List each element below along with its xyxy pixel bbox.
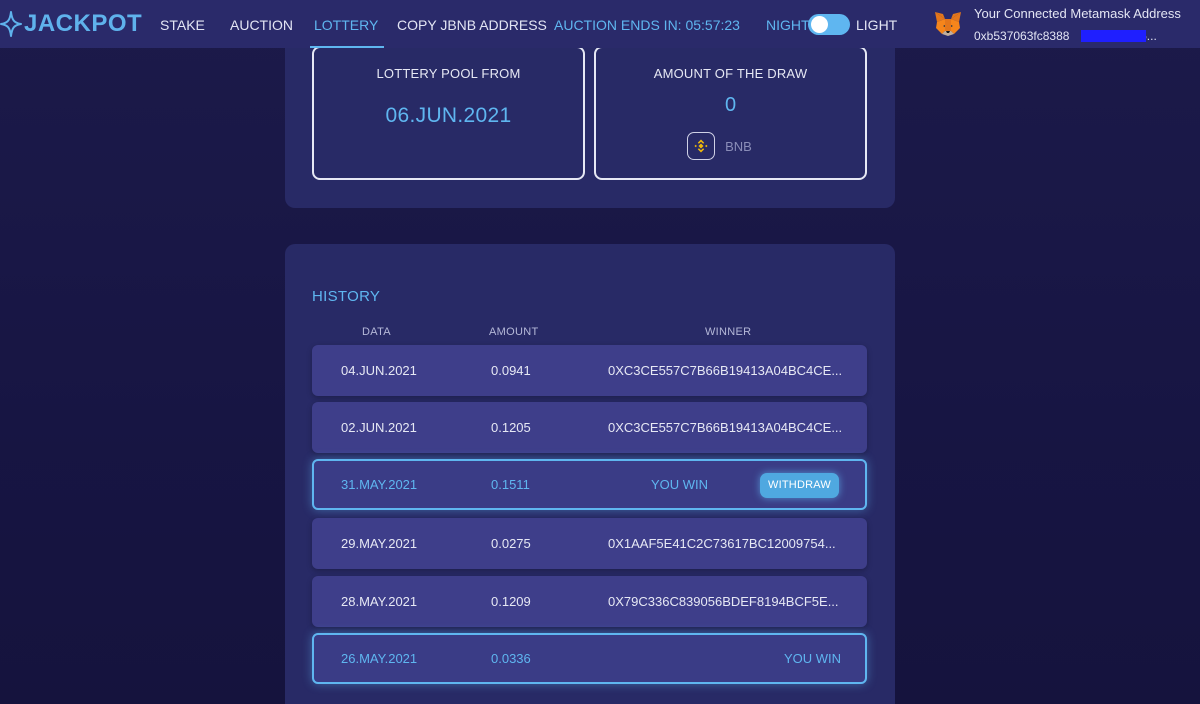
- currency-label: BNB: [725, 138, 752, 154]
- column-header-amount: AMOUNT: [489, 326, 539, 338]
- currency-row: BNB: [596, 132, 865, 160]
- lottery-pool-date: 06.JUN.2021: [385, 104, 512, 127]
- row-amount: 0.1511: [491, 477, 530, 492]
- row-amount: 0.0336: [491, 651, 531, 666]
- nav-auction[interactable]: AUCTION: [230, 0, 293, 48]
- row-date: 28.MAY.2021: [341, 594, 418, 609]
- row-amount: 0.0941: [491, 363, 531, 378]
- brand-name: JACKPOT: [24, 10, 143, 37]
- history-row: 04.JUN.2021 0.0941 0XC3CE557C7B66B19413A…: [312, 345, 867, 396]
- history-row: 29.MAY.2021 0.0275 0X1AAF5E41C2C73617BC1…: [312, 518, 867, 569]
- withdraw-button[interactable]: WITHDRAW: [760, 473, 839, 498]
- history-title: HISTORY: [312, 288, 381, 305]
- nav-copy-jbnb-address[interactable]: COPY JBNB ADDRESS: [397, 0, 547, 48]
- row-winner: 0X1AAF5E41C2C73617BC12009754...: [608, 536, 836, 551]
- lottery-pool-title: LOTTERY POOL FROM: [376, 66, 521, 81]
- history-row: 02.JUN.2021 0.1205 0XC3CE557C7B66B19413A…: [312, 402, 867, 453]
- row-amount: 0.0275: [491, 536, 531, 551]
- draw-amount-value: 0: [724, 94, 737, 116]
- history-row-win: 26.MAY.2021 0.0336 YOU WIN: [312, 633, 867, 684]
- row-amount: 0.1209: [491, 594, 531, 609]
- theme-toggle-knob: [811, 16, 828, 33]
- row-date: 31.MAY.2021: [341, 477, 418, 492]
- theme-toggle[interactable]: [808, 14, 850, 35]
- diamond-star-icon: [0, 11, 22, 37]
- row-winner: 0X79C336C839056BDEF8194BCF5E...: [608, 594, 839, 609]
- brand-logo[interactable]: JACKPOT: [0, 0, 142, 48]
- row-winner: 0XC3CE557C7B66B19413A04BC4CE...: [608, 420, 843, 435]
- draw-amount-card: AMOUNT OF THE DRAW 0 BNB: [594, 46, 867, 180]
- column-header-winner: WINNER: [705, 326, 752, 338]
- auction-timer: AUCTION ENDS IN: 05:57:23: [554, 17, 740, 33]
- row-date: 04.JUN.2021: [341, 363, 417, 378]
- metamask-fox-icon: [935, 12, 961, 36]
- draw-amount-title: AMOUNT OF THE DRAW: [653, 66, 808, 81]
- lottery-summary-panel: LOTTERY POOL FROM 06.JUN.2021 AMOUNT OF …: [285, 20, 895, 208]
- row-date: 29.MAY.2021: [341, 536, 418, 551]
- top-nav: JACKPOT STAKE AUCTION LOTTERY COPY JBNB …: [0, 0, 1200, 48]
- theme-light-label: LIGHT: [856, 17, 898, 33]
- row-you-win: YOU WIN: [651, 477, 709, 492]
- nav-lottery[interactable]: LOTTERY: [309, 0, 385, 48]
- row-date: 26.MAY.2021: [341, 651, 418, 666]
- row-you-win: YOU WIN: [784, 651, 842, 666]
- wallet-address-redaction: [1081, 30, 1146, 42]
- row-winner: 0XC3CE557C7B66B19413A04BC4CE...: [608, 363, 843, 378]
- nav-stake[interactable]: STAKE: [160, 0, 205, 48]
- wallet-address-start: 0xb537063fc8388: [974, 29, 1070, 43]
- lottery-pool-card: LOTTERY POOL FROM 06.JUN.2021: [312, 46, 585, 180]
- column-header-data: DATA: [362, 326, 391, 338]
- wallet-label: Your Connected Metamask Address: [974, 6, 1181, 21]
- row-amount: 0.1205: [491, 420, 531, 435]
- theme-night-label: NIGHT: [766, 17, 810, 33]
- row-date: 02.JUN.2021: [341, 420, 417, 435]
- history-panel: HISTORY DATA AMOUNT WINNER 04.JUN.2021 0…: [285, 244, 895, 704]
- history-row-win: 31.MAY.2021 0.1511 YOU WIN WITHDRAW: [312, 459, 867, 510]
- bnb-icon: [687, 132, 716, 160]
- history-row: 28.MAY.2021 0.1209 0X79C336C839056BDEF81…: [312, 576, 867, 627]
